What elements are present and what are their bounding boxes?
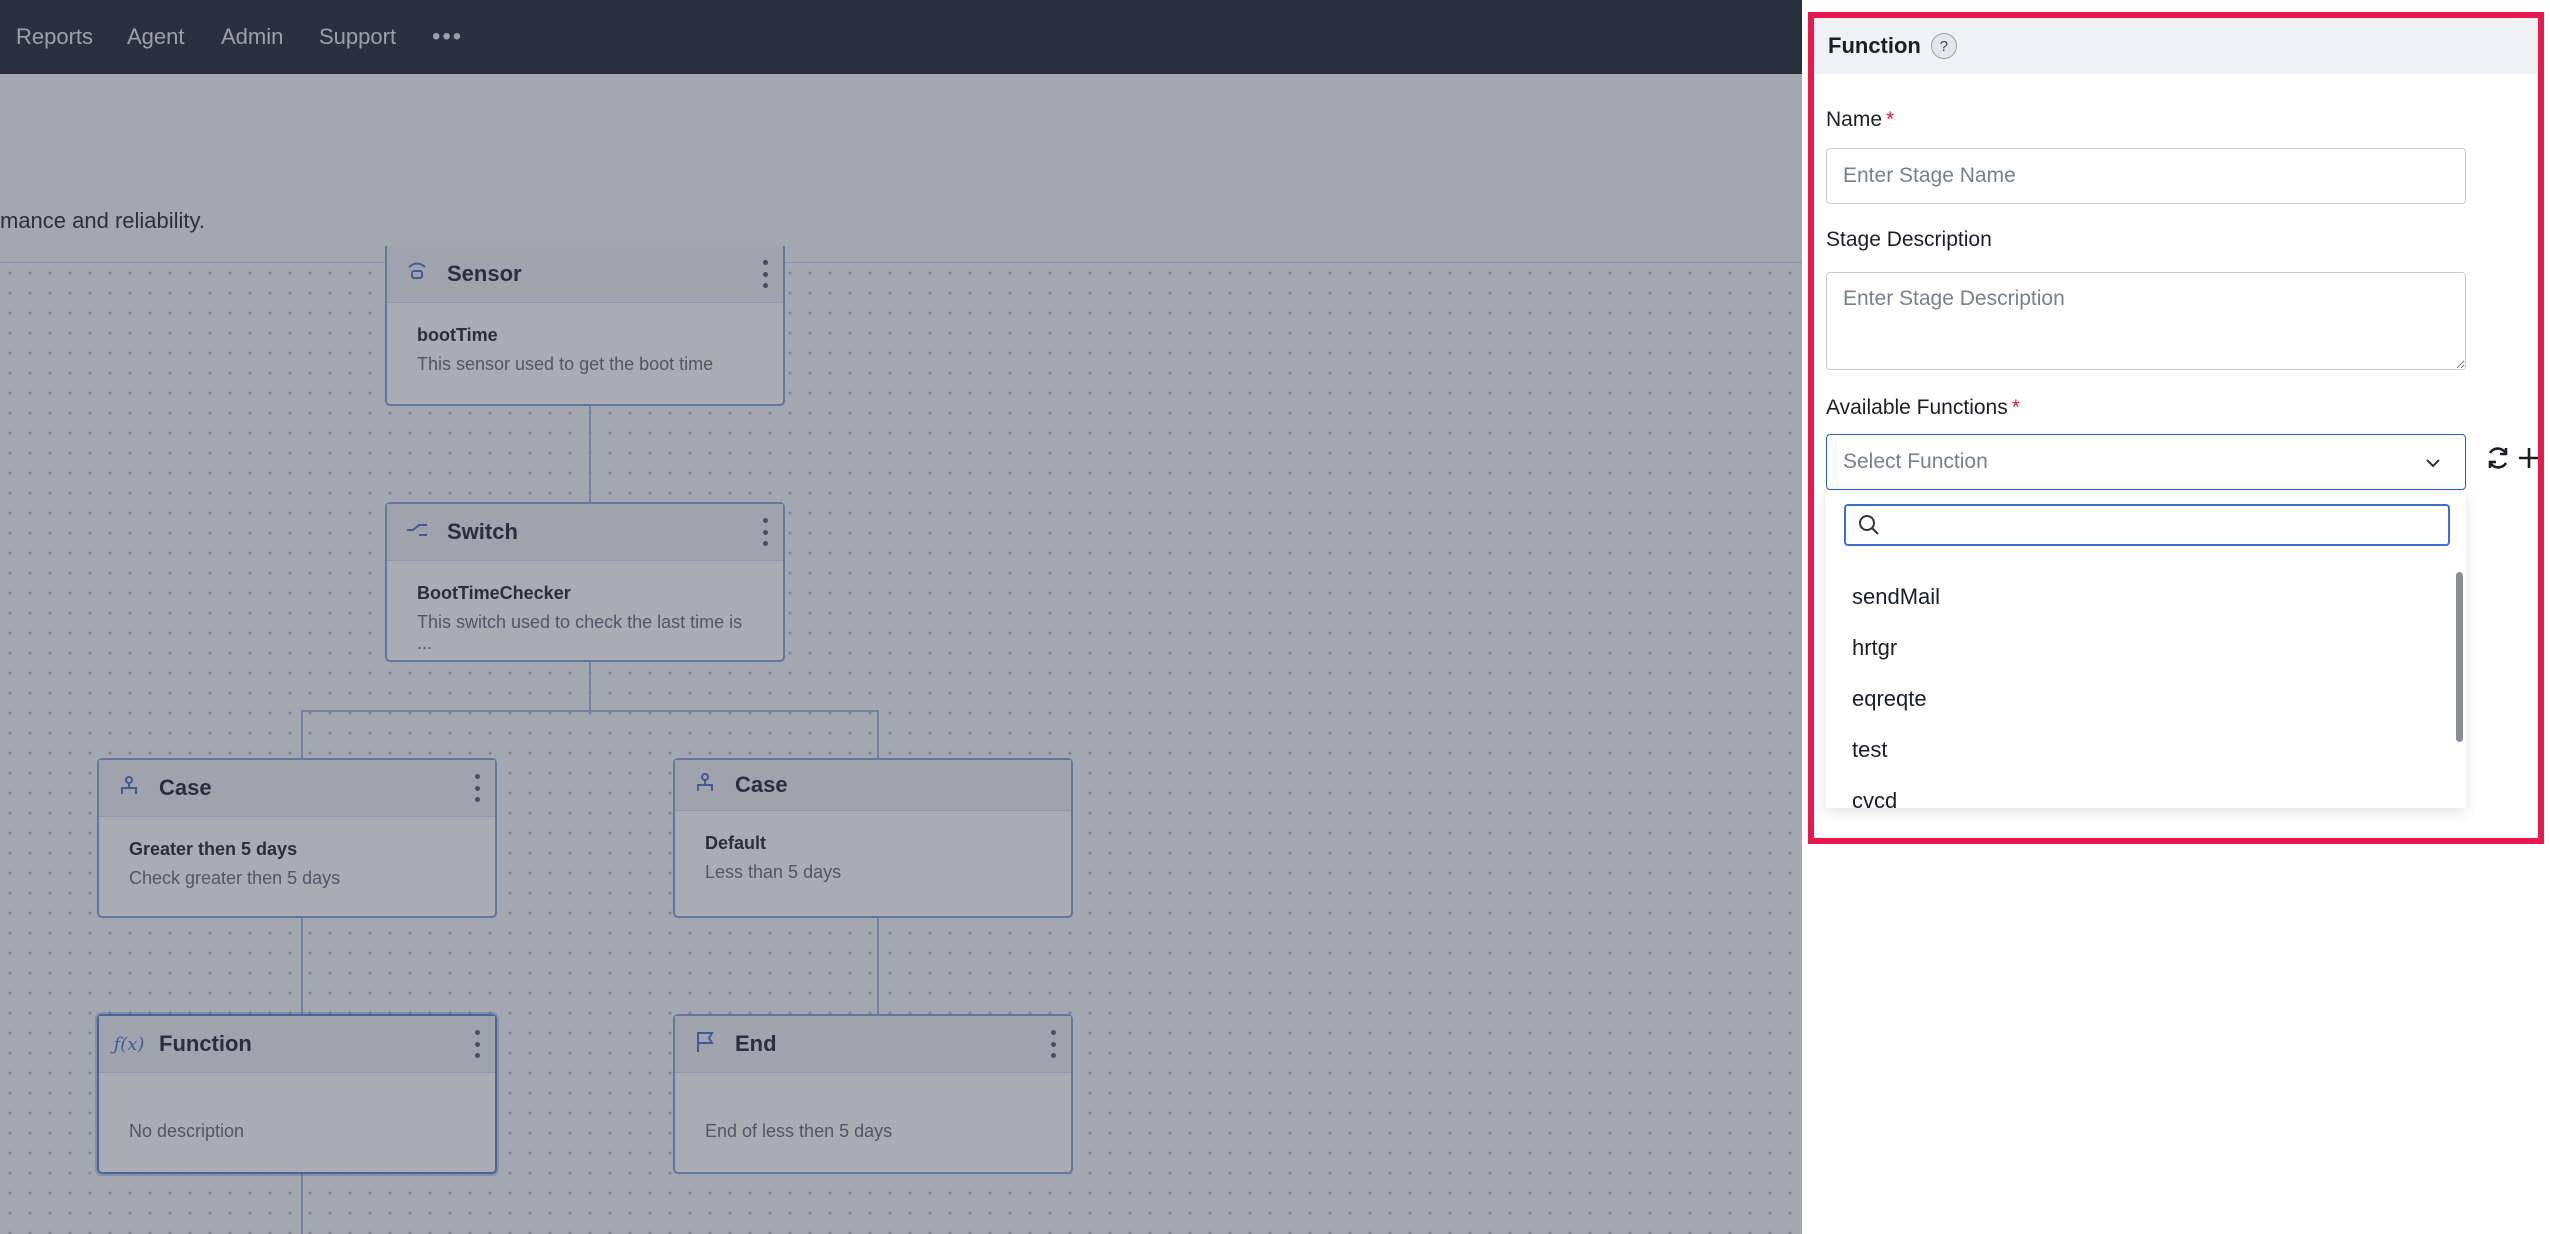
function-search[interactable] (1844, 504, 2450, 546)
function-dropdown: sendMail hrtgr eqreqte test cvcd (1826, 492, 2466, 808)
help-icon[interactable]: ? (1930, 33, 1957, 59)
panel-header: Function ? (1814, 18, 2538, 74)
function-option[interactable]: sendMail (1852, 584, 1940, 610)
modal-backdrop[interactable] (0, 0, 1802, 1234)
panel-title: Function (1828, 33, 1921, 58)
function-option[interactable]: cvcd (1852, 788, 1897, 808)
required-marker: * (2011, 396, 2020, 419)
required-marker: * (1886, 108, 1895, 131)
stage-name-input[interactable] (1826, 148, 2466, 204)
workflow-editor: Reports Agent Admin Support ••• mance an… (0, 0, 1802, 1234)
add-icon[interactable] (2516, 445, 2542, 471)
available-functions-label: Available Functions * (1826, 396, 2020, 419)
function-search-input[interactable] (1888, 506, 2448, 544)
function-select-placeholder: Select Function (1843, 450, 1988, 473)
stage-description-input[interactable] (1826, 272, 2466, 370)
search-icon (1859, 515, 1879, 535)
dropdown-scrollbar[interactable] (2456, 572, 2463, 742)
function-option[interactable]: eqreqte (1852, 686, 1927, 712)
function-actions (2484, 444, 2542, 472)
function-option[interactable]: hrtgr (1852, 635, 1897, 661)
chevron-down-icon (2426, 459, 2440, 468)
function-option[interactable]: test (1852, 737, 1887, 763)
name-label: Name * (1826, 108, 1895, 131)
function-select[interactable]: Select Function (1826, 434, 2466, 490)
stage-description-label: Stage Description (1826, 228, 1992, 251)
refresh-icon[interactable] (2484, 444, 2512, 472)
